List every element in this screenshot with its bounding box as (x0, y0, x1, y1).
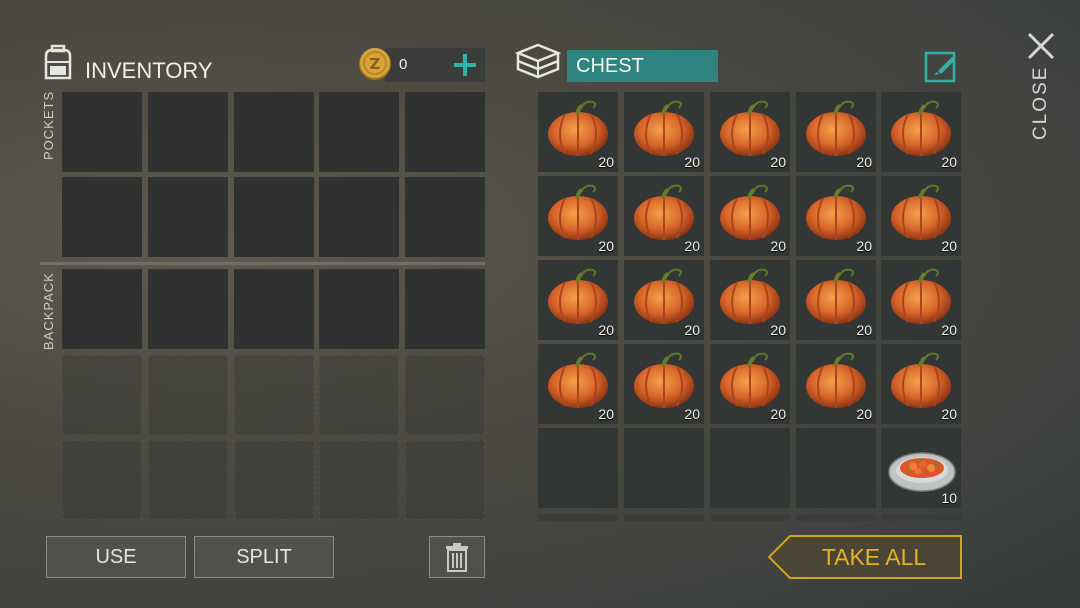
use-button-label: USE (95, 545, 137, 568)
chest-slot[interactable]: 20 (710, 344, 790, 424)
item-count: 20 (770, 238, 786, 254)
pocket-slot[interactable] (319, 92, 399, 172)
close-icon (1027, 32, 1055, 60)
section-divider (40, 262, 485, 265)
item-count: 20 (684, 322, 700, 338)
backpack-slot[interactable] (148, 269, 228, 349)
item-count: 20 (856, 406, 872, 422)
pockets-label: POCKETS (41, 90, 56, 160)
chest-slot[interactable] (710, 428, 790, 508)
split-button[interactable]: SPLIT (194, 536, 334, 578)
backpack-slot[interactable] (319, 269, 399, 349)
chest-slot[interactable] (538, 428, 618, 508)
locked-slot (62, 440, 142, 520)
item-count: 20 (856, 154, 872, 170)
item-count: 20 (941, 322, 957, 338)
close-button[interactable]: CLOSE (1010, 28, 1072, 144)
trash-icon (446, 543, 468, 572)
chest-slot[interactable]: 20 (796, 344, 876, 424)
chest-slot[interactable]: 20 (796, 260, 876, 340)
take-all-label: TAKE ALL (821, 544, 927, 570)
chest-slot[interactable]: 20 (538, 176, 618, 256)
locked-slot (405, 355, 485, 435)
pocket-slot[interactable] (148, 177, 228, 257)
item-count: 20 (856, 322, 872, 338)
locked-slot (148, 355, 228, 435)
backpack-slot[interactable] (62, 269, 142, 349)
pocket-slot[interactable] (405, 92, 485, 172)
take-all-button[interactable]: TAKE ALL (768, 535, 962, 579)
chest-slot[interactable]: 20 (624, 260, 704, 340)
item-count: 20 (598, 406, 614, 422)
item-count: 20 (941, 406, 957, 422)
chest-slot[interactable]: 20 (538, 92, 618, 172)
item-count: 20 (941, 154, 957, 170)
pocket-slot[interactable] (234, 92, 314, 172)
chest-title-field[interactable]: CHEST (567, 50, 718, 82)
pocket-slot[interactable] (234, 177, 314, 257)
locked-slot (234, 440, 314, 520)
split-button-label: SPLIT (236, 545, 292, 568)
chest-slot[interactable]: 20 (624, 176, 704, 256)
locked-slot (148, 440, 228, 520)
item-count: 20 (770, 322, 786, 338)
chest-icon (514, 42, 562, 82)
item-count: 20 (770, 154, 786, 170)
locked-slot (319, 355, 399, 435)
chest-slot[interactable]: 20 (881, 176, 961, 256)
backpack-icon (38, 42, 78, 82)
chest-slot[interactable]: 20 (881, 260, 961, 340)
pocket-slot[interactable] (148, 92, 228, 172)
chest-slot[interactable]: 10 (881, 428, 961, 508)
chest-slot[interactable]: 20 (796, 176, 876, 256)
backpack-label: BACKPACK (41, 272, 56, 350)
chest-grid-next-row (538, 514, 962, 521)
close-label: CLOSE (1030, 65, 1051, 140)
chest-slot[interactable]: 20 (710, 92, 790, 172)
backpack-slot[interactable] (405, 269, 485, 349)
coin-count: 0 (399, 56, 408, 73)
item-count: 20 (684, 238, 700, 254)
item-count: 20 (856, 238, 872, 254)
item-count: 20 (770, 406, 786, 422)
chest-slot[interactable]: 20 (881, 344, 961, 424)
add-coins-button[interactable] (452, 52, 478, 78)
locked-slot (62, 355, 142, 435)
backpack-slot[interactable] (234, 269, 314, 349)
item-count: 10 (941, 490, 957, 506)
locked-slot (405, 440, 485, 520)
item-count: 20 (941, 238, 957, 254)
inventory-title: INVENTORY (85, 58, 213, 83)
svg-text:Z: Z (370, 55, 381, 73)
chest-title: CHEST (576, 55, 644, 77)
locked-slot (319, 440, 399, 520)
item-count: 20 (598, 238, 614, 254)
locked-slot (234, 355, 314, 435)
item-count: 20 (684, 406, 700, 422)
chest-slot[interactable]: 20 (624, 92, 704, 172)
pocket-slot[interactable] (405, 177, 485, 257)
pocket-slot[interactable] (319, 177, 399, 257)
chest-slot[interactable]: 20 (624, 344, 704, 424)
use-button[interactable]: USE (46, 536, 186, 578)
item-count: 20 (684, 154, 700, 170)
chest-slot[interactable]: 20 (710, 260, 790, 340)
item-count: 20 (598, 322, 614, 338)
chest-slot[interactable]: 20 (796, 92, 876, 172)
trash-button[interactable] (429, 536, 485, 578)
chest-slot[interactable]: 20 (710, 176, 790, 256)
chest-slot[interactable]: 20 (538, 260, 618, 340)
coin-icon: Z (357, 45, 393, 81)
chest-slot[interactable] (624, 428, 704, 508)
edit-name-button[interactable] (924, 49, 958, 83)
item-count: 20 (598, 154, 614, 170)
pocket-slot[interactable] (62, 92, 142, 172)
chest-slot[interactable] (796, 428, 876, 508)
pocket-slot[interactable] (62, 177, 142, 257)
chest-slot[interactable]: 20 (881, 92, 961, 172)
edit-icon (924, 51, 956, 83)
chest-slot[interactable]: 20 (538, 344, 618, 424)
plus-icon (454, 54, 476, 76)
